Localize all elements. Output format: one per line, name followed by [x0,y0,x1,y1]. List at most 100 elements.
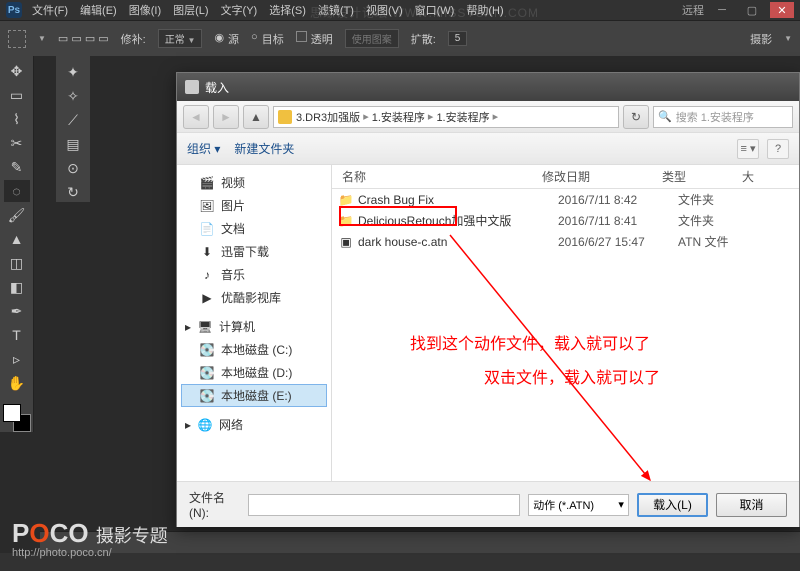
workspace-select[interactable]: 摄影 [750,31,772,47]
forward-button[interactable]: ► [213,105,239,129]
tool-preset-icon[interactable] [8,30,26,48]
poco-watermark: POCO 摄影专题 http://photo.poco.cn/ [12,518,168,559]
organize-button[interactable]: 组织 ▾ [187,140,220,157]
load-button[interactable]: 载入(L) [637,493,708,517]
tree-pictures[interactable]: 🖼图片 [181,194,327,217]
doc-icon: 📄 [199,222,215,236]
tree-computer[interactable]: ▸🖥计算机 [181,315,327,338]
marquee-tool[interactable]: ▭ [4,84,30,106]
col-date[interactable]: 修改日期 [542,168,662,185]
rotate-icon[interactable]: ↻ [63,182,83,202]
count-icon[interactable]: ⊙ [63,158,83,178]
music-icon: ♪ [199,268,215,282]
crop-tool[interactable]: ✂ [4,132,30,154]
up-button[interactable]: ▲ [243,105,269,129]
menu-type[interactable]: 文字(Y) [221,2,258,18]
menu-layer[interactable]: 图层(L) [173,2,208,18]
breadcrumb[interactable]: 3.DR3加强版▸ 1.安装程序▸ 1.安装程序▸ [273,106,619,128]
move-tool[interactable]: ✥ [4,60,30,82]
tree-music[interactable]: ♪音乐 [181,263,327,286]
folder-icon: 📁 [338,193,354,207]
list-item[interactable]: 📁 DeliciousRetouch加强中文版 2016/7/11 8:41 文… [332,210,799,231]
source-radio[interactable]: 源 [228,31,239,47]
dest-radio[interactable]: 目标 [262,31,284,47]
type-tool[interactable]: T [4,324,30,346]
search-icon: 🔍 [658,110,672,123]
ps-options-bar: ▼ ▭ ▭ ▭ ▭ 修补: 正常 ▼ ◉源 ○目标 透明 使用图案 扩散: 5 … [0,20,800,56]
search-input[interactable]: 🔍 搜索 1.安装程序 [653,106,793,128]
list-item[interactable]: ▣ dark house-c.atn 2016/6/27 15:47 ATN 文… [332,231,799,252]
atn-icon: ▣ [338,235,354,249]
wand2-icon[interactable]: ✧ [63,86,83,106]
filename-label: 文件名(N): [189,489,240,520]
dialog-pathbar: ◄ ► ▲ 3.DR3加强版▸ 1.安装程序▸ 1.安装程序▸ ↻ 🔍 搜索 1… [177,101,799,133]
filename-input[interactable] [248,494,520,516]
diffuse-input[interactable]: 5 [448,31,468,46]
note-icon[interactable]: ▤ [63,134,83,154]
brush-tool[interactable]: 🖌 [4,204,30,226]
transparent-checkbox[interactable] [296,31,307,42]
tree-drive-e[interactable]: 💽本地磁盘 (E:) [181,384,327,407]
folder-icon: 📁 [338,214,354,228]
filetype-select[interactable]: 动作 (*.ATN)▾ [528,494,629,516]
patch-tool[interactable]: ◌ [4,180,30,202]
menu-edit[interactable]: 编辑(E) [80,2,117,18]
hand-tool[interactable]: ✋ [4,372,30,394]
drive-icon: 💽 [199,343,215,357]
stamp-tool[interactable]: ▲ [4,228,30,250]
diffuse-label: 扩散: [411,31,436,47]
refresh-button[interactable]: ↻ [623,105,649,129]
cancel-button[interactable]: 取消 [716,493,787,517]
drive-icon: 💽 [199,389,215,403]
computer-icon: 🖥 [197,320,213,334]
col-name[interactable]: 名称 [332,168,542,185]
menu-file[interactable]: 文件(F) [32,2,68,18]
dialog-bottom: 文件名(N): 动作 (*.ATN)▾ 载入(L) 取消 [177,481,799,527]
network-icon: 🌐 [197,418,213,432]
back-button[interactable]: ◄ [183,105,209,129]
gradient-tool[interactable]: ◧ [4,276,30,298]
load-dialog: 载入 ◄ ► ▲ 3.DR3加强版▸ 1.安装程序▸ 1.安装程序▸ ↻ 🔍 搜… [176,72,800,527]
tree-network[interactable]: ▸🌐网络 [181,413,327,436]
close-button[interactable]: ✕ [770,2,794,18]
ruler-icon[interactable]: ⟋ [63,110,83,130]
folder-icon [278,110,292,124]
download-icon: ⬇ [199,245,215,259]
file-list: 名称 修改日期 类型 大 📁 Crash Bug Fix 2016/7/11 8… [332,165,799,481]
mode-select[interactable]: 正常 ▼ [158,29,203,48]
maximize-button[interactable]: ▢ [740,2,764,18]
lasso-tool[interactable]: ⌇ [4,108,30,130]
help-button[interactable]: ? [767,139,789,159]
eyedropper-tool[interactable]: ✎ [4,156,30,178]
eraser-tool[interactable]: ◫ [4,252,30,274]
dialog-icon [185,80,199,94]
tree-video[interactable]: 🎬视频 [181,171,327,194]
newfolder-button[interactable]: 新建文件夹 [234,140,294,157]
view-button[interactable]: ≡ ▾ [737,139,759,159]
tree-youku[interactable]: ▶优酷影视库 [181,286,327,309]
folder-tree: 🎬视频 🖼图片 📄文档 ⬇迅雷下载 ♪音乐 ▶优酷影视库 ▸🖥计算机 💽本地磁盘… [177,165,332,481]
tree-drive-d[interactable]: 💽本地磁盘 (D:) [181,361,327,384]
col-type[interactable]: 类型 [662,168,742,185]
menu-image[interactable]: 图像(I) [129,2,161,18]
dialog-title: 载入 [205,79,229,96]
youku-icon: ▶ [199,291,215,305]
tree-documents[interactable]: 📄文档 [181,217,327,240]
use-pattern-button: 使用图案 [345,29,399,48]
minimize-button[interactable]: ─ [710,2,734,18]
drive-icon: 💽 [199,366,215,380]
dialog-titlebar[interactable]: 载入 [177,73,799,101]
list-item[interactable]: 📁 Crash Bug Fix 2016/7/11 8:42 文件夹 [332,189,799,210]
remote-label: 远程 [682,2,704,18]
menu-select[interactable]: 选择(S) [269,2,306,18]
color-swatch[interactable] [3,404,31,432]
tree-downloads[interactable]: ⬇迅雷下载 [181,240,327,263]
tree-drive-c[interactable]: 💽本地磁盘 (C:) [181,338,327,361]
col-size[interactable]: 大 [742,168,799,185]
wand-icon[interactable]: ✦ [63,62,83,82]
path-tool[interactable]: ▹ [4,348,30,370]
watermark-top: 思缘设计论坛 WWW.MISSYUAN.COM [310,4,539,21]
ps-side-panel: ✦ ✧ ⟋ ▤ ⊙ ↻ [56,56,90,202]
list-header[interactable]: 名称 修改日期 类型 大 [332,165,799,189]
pen-tool[interactable]: ✒ [4,300,30,322]
